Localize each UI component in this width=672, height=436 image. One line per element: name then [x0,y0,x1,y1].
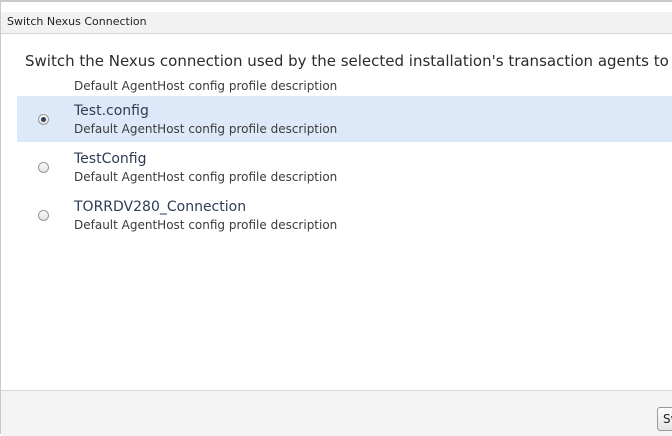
switch-button[interactable]: Sw [657,407,672,431]
option-subtitle: Default AgentHost config profile descrip… [74,80,338,93]
connection-option-0[interactable]: Default AgentHost config profile descrip… [17,80,672,93]
dialog-title: Switch Nexus Connection [7,15,147,28]
option-subtitle: Default AgentHost config profile descrip… [74,170,338,184]
switch-button-label: Sw [663,412,672,426]
option-title: Test.config [74,103,149,119]
radio-button[interactable] [38,210,49,221]
dialog-titlebar: Switch Nexus Connection [1,12,672,34]
dialog-footer: Sw [1,390,672,436]
option-title: TestConfig [74,151,147,167]
option-subtitle: Default AgentHost config profile descrip… [74,218,338,232]
connection-options-list[interactable]: Default AgentHost config profile descrip… [17,80,672,386]
dialog-description: Switch the Nexus connection used by the … [25,52,669,70]
connection-option-torrdv280[interactable]: TORRDV280_Connection Default AgentHost c… [17,192,672,238]
radio-button[interactable] [38,162,49,173]
connection-option-test-config[interactable]: Test.config Default AgentHost config pro… [17,96,672,142]
switch-nexus-connection-dialog: Switch Nexus Connection Switch the Nexus… [0,0,672,436]
option-title: TORRDV280_Connection [74,199,247,215]
option-subtitle: Default AgentHost config profile descrip… [74,122,338,136]
radio-button-selected[interactable] [38,114,49,125]
connection-option-testconfig[interactable]: TestConfig Default AgentHost config prof… [17,144,672,190]
